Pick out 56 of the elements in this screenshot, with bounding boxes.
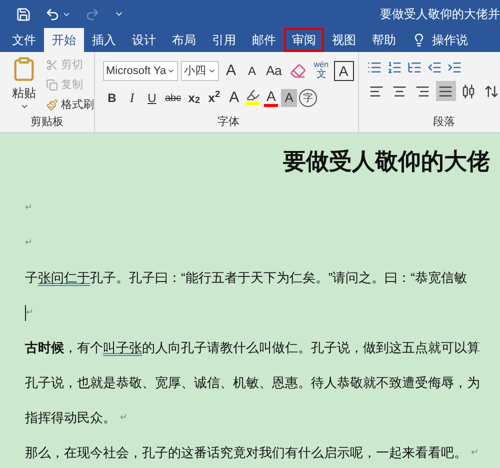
text-cursor <box>25 304 26 320</box>
ribbon-tab[interactable]: 审阅 <box>284 28 324 52</box>
ribbon-tab[interactable]: 开始 <box>44 28 84 52</box>
paragraph-text: 古时候，有个叫子张的人向孔子请教什么叫做仁。孔子说，做到这五点就可以算 <box>25 338 480 357</box>
ribbon-tab[interactable]: 文件 <box>4 28 44 52</box>
paragraph-mark: ↵ <box>120 410 128 424</box>
window-title: 要做受人敬仰的大佬并 <box>380 6 500 23</box>
phonetic-guide-button[interactable]: wén 文 <box>312 60 331 82</box>
ribbon-tab[interactable]: 插入 <box>84 28 124 52</box>
character-border-button[interactable]: A <box>334 61 354 81</box>
highlighter-icon[interactable] <box>246 88 260 102</box>
paragraph-mark: ↵ <box>25 200 33 214</box>
script-button[interactable]: x$_{2}$ <box>185 87 204 109</box>
italic-button[interactable]: I <box>123 87 141 109</box>
bullet-list-icon[interactable] <box>366 60 382 75</box>
decrease-indent-icon[interactable] <box>426 60 442 75</box>
ribbon-tab[interactable]: 帮助 <box>364 28 404 52</box>
text-effects-button[interactable]: A <box>225 87 244 109</box>
paragraph-mark: ↵ <box>471 446 479 459</box>
enclose-character-button[interactable]: 字 <box>299 89 318 107</box>
ribbon-tab[interactable]: 引用 <box>204 28 244 52</box>
paragraph-text: 指挥得动民众。 <box>25 408 116 427</box>
group-label: 字体 <box>216 114 240 130</box>
bold-button[interactable]: B <box>103 87 121 109</box>
save-icon[interactable] <box>16 6 31 22</box>
document-title: 要做受人敬仰的大佬 <box>283 147 490 176</box>
font-name-field[interactable]: Microsoft Ya <box>103 61 178 81</box>
numbered-list-icon[interactable] <box>386 60 402 75</box>
strikethrough-button[interactable]: abc <box>163 87 184 109</box>
shrink-font-button[interactable]: A <box>243 60 261 82</box>
paste-button[interactable]: 粘贴 <box>6 56 42 114</box>
paragraph-mark: ↵ <box>25 236 33 249</box>
format-painter-button[interactable]: 格式刷 <box>46 96 94 114</box>
eraser-icon[interactable] <box>290 63 306 79</box>
paragraph-mark: ↵ <box>26 306 34 319</box>
ribbon-tab[interactable]: 邮件 <box>244 28 284 52</box>
ribbon-tab[interactable]: 视图 <box>324 28 364 52</box>
change-case-button[interactable]: Aa <box>264 60 284 82</box>
group-label: 剪贴板 <box>30 114 64 130</box>
font-color-button[interactable]: A <box>263 87 280 109</box>
ribbon-tab[interactable]: 布局 <box>164 28 204 52</box>
grow-font-button[interactable]: A <box>222 60 240 82</box>
increase-indent-icon[interactable] <box>446 60 462 75</box>
paragraph-text: 那么，在现今社会，孔子的这番话究竟对我们有什么启示呢，一起来看看吧。 <box>25 444 467 462</box>
paragraph-text: 孔子说，也就是恭敬、宽厚、诚信、机敏、恩惠。待人恭敬就不致遭受侮辱，为 <box>25 374 480 392</box>
tell-me-label[interactable]: 操作说 <box>432 31 468 49</box>
script-button[interactable]: x$^{2}$ <box>205 87 224 109</box>
ribbon-tab[interactable]: 设计 <box>124 28 164 52</box>
group-label: 段落 <box>432 114 456 130</box>
multilevel-list-icon[interactable] <box>406 60 422 75</box>
lightbulb-icon[interactable] <box>412 33 426 47</box>
undo-icon[interactable] <box>45 6 60 22</box>
underline-button[interactable]: U <box>143 87 161 109</box>
character-shading-button[interactable]: A <box>281 89 298 107</box>
font-size-field[interactable]: 小四 <box>181 61 219 81</box>
paragraph-text: 子张问仁于孔子。孔子曰：“能行五者于天下为仁矣。”请问之。曰：“恭宽信敏 <box>25 268 467 287</box>
